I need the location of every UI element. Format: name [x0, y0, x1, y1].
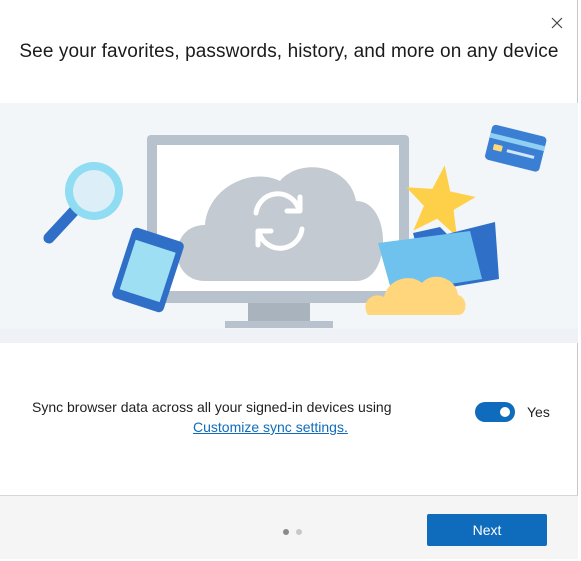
- close-icon: [551, 17, 563, 29]
- magnifier-icon: [43, 162, 123, 244]
- star-icon: [406, 165, 476, 237]
- page-dot-1: [283, 529, 289, 535]
- sync-option: Sync browser data across all your signed…: [32, 397, 552, 441]
- page-dot-2: [296, 529, 302, 535]
- toggle-label: Yes: [527, 404, 550, 420]
- dialog-title: See your favorites, passwords, history, …: [19, 41, 559, 62]
- close-button[interactable]: [546, 12, 568, 34]
- dialog-footer: Next: [0, 495, 578, 559]
- credit-card-icon: [485, 124, 547, 172]
- sync-dialog: See your favorites, passwords, history, …: [0, 0, 578, 559]
- sync-toggle[interactable]: [475, 402, 515, 422]
- page-indicator: [283, 529, 302, 535]
- customize-sync-settings-link[interactable]: Customize sync settings.: [193, 417, 348, 437]
- toggle-knob: [500, 407, 510, 417]
- next-button[interactable]: Next: [427, 514, 547, 546]
- sync-illustration: [0, 103, 578, 343]
- sync-description: Sync browser data across all your signed…: [32, 399, 392, 415]
